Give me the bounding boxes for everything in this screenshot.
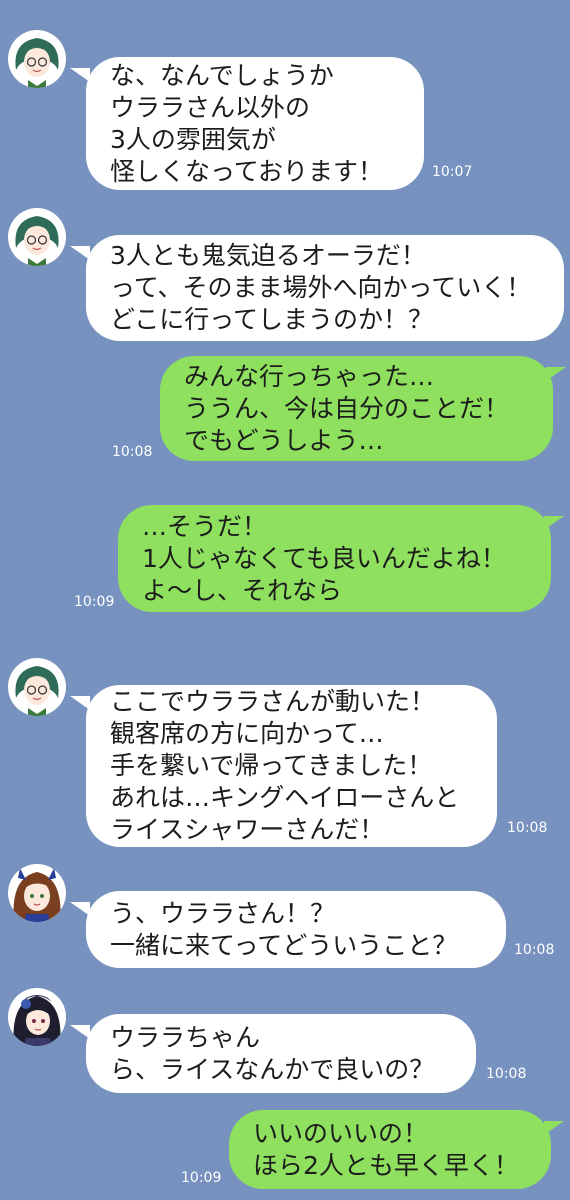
message-line: でもどうしよう… (184, 425, 384, 455)
message-line: いいのいいの！ (253, 1118, 429, 1148)
message-line: 3人の雰囲気が (110, 124, 276, 154)
message-line: ウララちゃん (110, 1022, 261, 1052)
message-line: う、ウララさん！？ (110, 898, 336, 928)
message-line: 3人とも鬼気迫るオーラだ！ (110, 241, 426, 270)
bubble-tail (544, 516, 564, 530)
message-timestamp: 10:09 (181, 1170, 222, 1186)
message-line: ら、ライスなんかで良いの？ (110, 1054, 435, 1084)
announcer-avatar[interactable] (8, 208, 66, 266)
announcer-avatar[interactable] (8, 658, 66, 716)
message-line: みんな行っちゃった… (184, 361, 435, 391)
message-bubble[interactable]: ウララちゃん ら、ライスなんかで良いの？ (86, 1014, 476, 1093)
message-line: あれは…キングヘイローさんと (110, 783, 460, 812)
message-line: 1人じゃなくても良いんだよね！ (142, 543, 506, 573)
message-line: ウララさん以外の (110, 92, 311, 122)
rice-shower-avatar[interactable] (8, 988, 66, 1046)
message-line: ううん、今は自分のことだ！ (184, 393, 510, 423)
message-line: ここでウララさんが動いた！ (110, 687, 436, 716)
message-bubble[interactable]: う、ウララさん！？ 一緒に来てってどういうこと？ (86, 891, 506, 968)
message-line: 怪しくなっております！ (110, 156, 384, 186)
message-bubble[interactable]: な、なんでしょうか ウララさん以外の 3人の雰囲気が 怪しくなっております！ (86, 57, 424, 190)
message-bubble[interactable]: …そうだ！ 1人じゃなくても良いんだよね！ よ〜し、それなら (118, 505, 551, 612)
message-line: よ〜し、それなら (142, 575, 343, 605)
message-line: 一緒に来てってどういうこと？ (110, 930, 458, 960)
message-bubble[interactable]: ここでウララさんが動いた！ 観客席の方に向かって… 手を繋いで帰ってきました！ … (86, 685, 497, 847)
message-timestamp: 10:08 (507, 820, 548, 836)
message-line: どこに行ってしまうのか！？ (110, 305, 434, 334)
message-bubble[interactable]: みんな行っちゃった… ううん、今は自分のことだ！ でもどうしよう… (160, 356, 553, 461)
message-bubble[interactable]: いいのいいの！ ほら2人とも早く早く！ (229, 1110, 551, 1189)
message-timestamp: 10:08 (112, 444, 153, 460)
message-line: …そうだ！ (142, 511, 268, 541)
message-line: ほら2人とも早く早く！ (253, 1150, 519, 1180)
bubble-tail (544, 1121, 564, 1135)
announcer-avatar[interactable] (8, 30, 66, 88)
message-timestamp: 10:08 (486, 1066, 527, 1082)
message-line: な、なんでしょうか (110, 60, 334, 90)
message-timestamp: 10:08 (514, 942, 555, 958)
king-halo-avatar[interactable] (8, 864, 66, 922)
message-line: って、そのまま場外へ向かっていく！ (110, 273, 532, 302)
message-line: 観客席の方に向かって… (110, 719, 384, 748)
bubble-tail (546, 367, 566, 381)
message-timestamp: 10:07 (432, 164, 473, 180)
message-line: 手を繋いで帰ってきました！ (110, 751, 433, 780)
message-bubble[interactable]: 3人とも鬼気迫るオーラだ！ って、そのまま場外へ向かっていく！ どこに行ってしま… (86, 235, 564, 341)
message-timestamp: 10:09 (74, 594, 115, 610)
message-line: ライスシャワーさんだ！ (110, 815, 385, 844)
